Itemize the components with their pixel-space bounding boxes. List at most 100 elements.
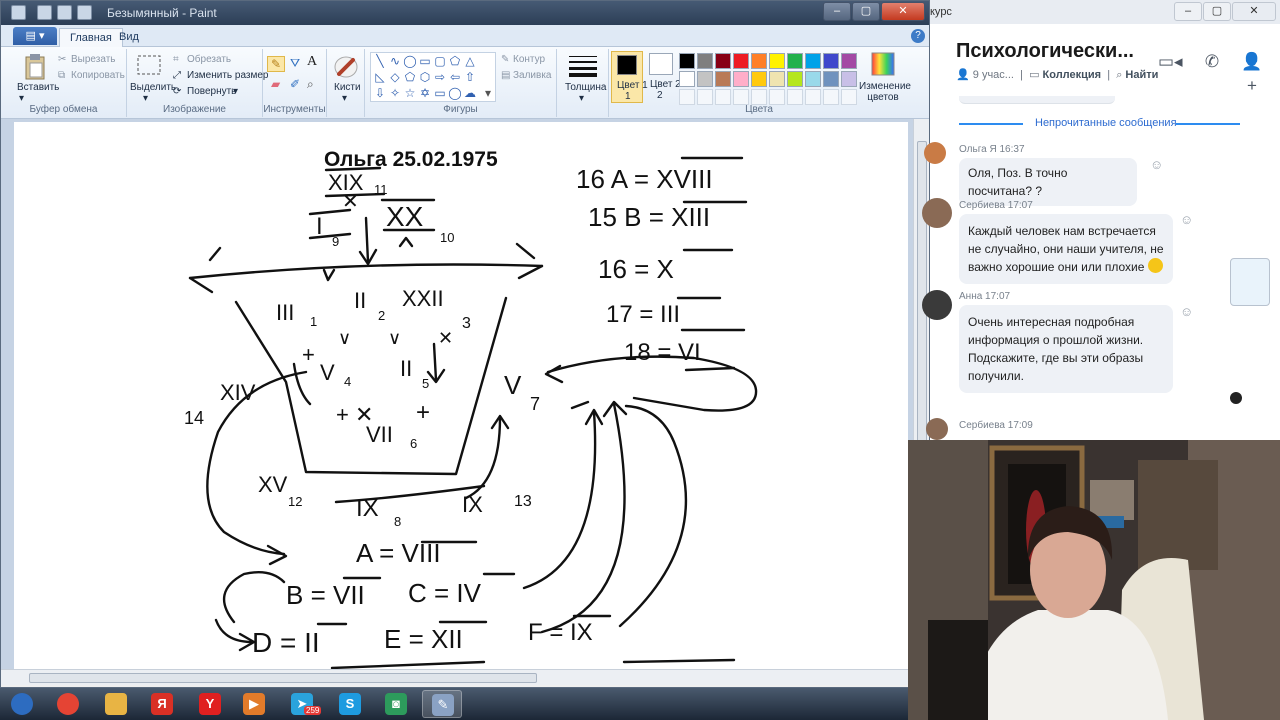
palette-color-swatch[interactable] <box>805 71 821 87</box>
right-arrow-shape-icon[interactable]: ⇨ <box>433 70 447 84</box>
reaction-icon[interactable]: ☺ <box>1150 157 1163 172</box>
color2-label[interactable]: Цвет 2 <box>650 79 681 90</box>
select-dropdown-icon[interactable]: ▾ <box>143 93 148 104</box>
help-icon[interactable]: ? <box>911 29 925 43</box>
minimize-button[interactable]: – <box>823 2 851 21</box>
taskbar-start-button[interactable] <box>2 690 42 718</box>
oval-shape-icon[interactable]: ◯ <box>403 54 417 68</box>
maximize-button[interactable]: ▢ <box>852 2 880 21</box>
palette-color-swatch[interactable] <box>841 53 857 69</box>
taskbar-skype-button[interactable]: S <box>330 690 370 718</box>
palette-empty-swatch[interactable] <box>715 89 731 105</box>
chat-maximize-button[interactable]: ▢ <box>1203 2 1231 21</box>
outline-button[interactable]: Контур <box>513 54 545 65</box>
palette-color-swatch[interactable] <box>679 71 695 87</box>
select-icon[interactable] <box>136 54 162 76</box>
size-dropdown-icon[interactable]: ▾ <box>579 93 584 104</box>
redo-icon[interactable] <box>77 5 92 20</box>
drawing-canvas[interactable]: Ольга 25.02.1975 XIX 11 XX 10 I 9 III 1 … <box>14 122 908 669</box>
palette-color-swatch[interactable] <box>823 71 839 87</box>
select-button[interactable]: Выделить <box>130 82 176 93</box>
save-icon[interactable] <box>37 5 52 20</box>
callout-rect-shape-icon[interactable]: ▭ <box>433 86 447 100</box>
palette-empty-swatch[interactable] <box>841 89 857 105</box>
palette-color-swatch[interactable] <box>769 71 785 87</box>
curve-shape-icon[interactable]: ∿ <box>388 54 402 68</box>
crop-button[interactable]: Обрезать <box>187 54 231 65</box>
taskbar-media-button[interactable]: ▶ <box>234 690 274 718</box>
size-button[interactable]: Толщина <box>565 82 606 93</box>
reaction-icon[interactable]: ☺ <box>1180 304 1193 319</box>
avatar-serbieva[interactable] <box>922 198 952 228</box>
left-arrow-shape-icon[interactable]: ⇦ <box>448 70 462 84</box>
collection-link[interactable]: Коллекция <box>1043 69 1102 81</box>
paste-dropdown-icon[interactable]: ▾ <box>19 93 24 104</box>
magnifier-icon[interactable]: ⌕ <box>307 77 314 92</box>
taskbar-telegram-button[interactable]: ➤ 259 <box>282 690 322 718</box>
palette-empty-swatch[interactable] <box>805 89 821 105</box>
color2-swatch[interactable] <box>649 53 673 75</box>
palette-color-swatch[interactable] <box>697 53 713 69</box>
brush-icon[interactable] <box>333 54 359 80</box>
palette-color-swatch[interactable] <box>679 53 695 69</box>
palette-color-swatch[interactable] <box>751 71 767 87</box>
close-button[interactable]: ✕ <box>881 2 925 21</box>
fill-button[interactable]: Заливка <box>513 70 552 81</box>
palette-color-swatch[interactable] <box>715 53 731 69</box>
taskbar-paint-button[interactable]: ✎ <box>422 690 462 718</box>
palette-color-swatch[interactable] <box>733 53 749 69</box>
edit-colors-icon[interactable] <box>871 52 895 76</box>
avatar-olga[interactable] <box>924 142 946 164</box>
palette-empty-swatch[interactable] <box>787 89 803 105</box>
phone-call-icon[interactable]: ✆ <box>1200 50 1224 74</box>
down-arrow-shape-icon[interactable]: ⇩ <box>373 86 387 100</box>
shapes-more-icon[interactable]: ▾ <box>481 86 495 100</box>
palette-color-swatch[interactable] <box>787 53 803 69</box>
polygon-shape-icon[interactable]: ⬠ <box>448 54 462 68</box>
hexagon-shape-icon[interactable]: ⬡ <box>418 70 432 84</box>
file-menu-button[interactable]: ▤ ▾ <box>13 27 57 45</box>
participants-count[interactable]: 9 учас... <box>973 69 1014 81</box>
avatar-serbieva-2[interactable] <box>926 418 948 440</box>
rectangle-shape-icon[interactable]: ▭ <box>418 54 432 68</box>
color1-selector[interactable]: Цвет 1 1 <box>611 51 648 103</box>
add-person-icon[interactable]: 👤+ <box>1240 50 1264 95</box>
horizontal-scroll-thumb[interactable] <box>29 673 537 683</box>
message-3[interactable]: Очень интересная подробная информация о … <box>959 305 1173 393</box>
rotate-dropdown-icon[interactable]: ▾ <box>233 86 238 97</box>
palette-empty-swatch[interactable] <box>751 89 767 105</box>
edit-colors-button[interactable]: Изменение цветов <box>859 81 911 103</box>
palette-empty-swatch[interactable] <box>769 89 785 105</box>
paste-icon[interactable] <box>23 53 47 81</box>
callout-oval-shape-icon[interactable]: ◯ <box>448 86 462 100</box>
pentagon-shape-icon[interactable]: ⬠ <box>403 70 417 84</box>
color-picker-icon[interactable]: ✐ <box>290 77 300 91</box>
palette-color-swatch[interactable] <box>715 71 731 87</box>
star6-shape-icon[interactable]: ✡ <box>418 86 432 100</box>
message-1[interactable]: Оля, Поз. В точно посчитана? ? <box>959 158 1137 206</box>
up-arrow-shape-icon[interactable]: ⇧ <box>463 70 477 84</box>
text-icon[interactable]: A <box>307 54 317 70</box>
taskbar-yandex-browser-ya-button[interactable]: Я <box>142 690 182 718</box>
palette-color-swatch[interactable] <box>805 53 821 69</box>
taskbar-explorer-button[interactable] <box>96 690 136 718</box>
resize-button[interactable]: Изменить размер <box>187 70 268 81</box>
palette-color-swatch[interactable] <box>769 53 785 69</box>
paint-app-icon[interactable] <box>11 5 26 20</box>
chat-title[interactable]: Психологически... <box>956 40 1134 63</box>
palette-empty-swatch[interactable] <box>679 89 695 105</box>
palette-color-swatch[interactable] <box>823 53 839 69</box>
taskbar-chrome-button[interactable] <box>48 690 88 718</box>
star5-shape-icon[interactable]: ☆ <box>403 86 417 100</box>
eraser-icon[interactable]: ▰ <box>271 77 280 91</box>
callout-cloud-shape-icon[interactable]: ☁ <box>463 86 477 100</box>
taskbar-yandex-button[interactable]: Y <box>190 690 230 718</box>
fill-icon[interactable]: ⛛ <box>290 56 300 71</box>
star4-shape-icon[interactable]: ✧ <box>388 86 402 100</box>
paste-button[interactable]: Вставить <box>17 82 59 93</box>
line-width-icon[interactable] <box>569 54 597 78</box>
palette-color-swatch[interactable] <box>841 71 857 87</box>
line-shape-icon[interactable]: ╲ <box>373 54 387 68</box>
video-call-icon[interactable]: ▭◂ <box>1158 50 1183 74</box>
palette-empty-swatch[interactable] <box>733 89 749 105</box>
